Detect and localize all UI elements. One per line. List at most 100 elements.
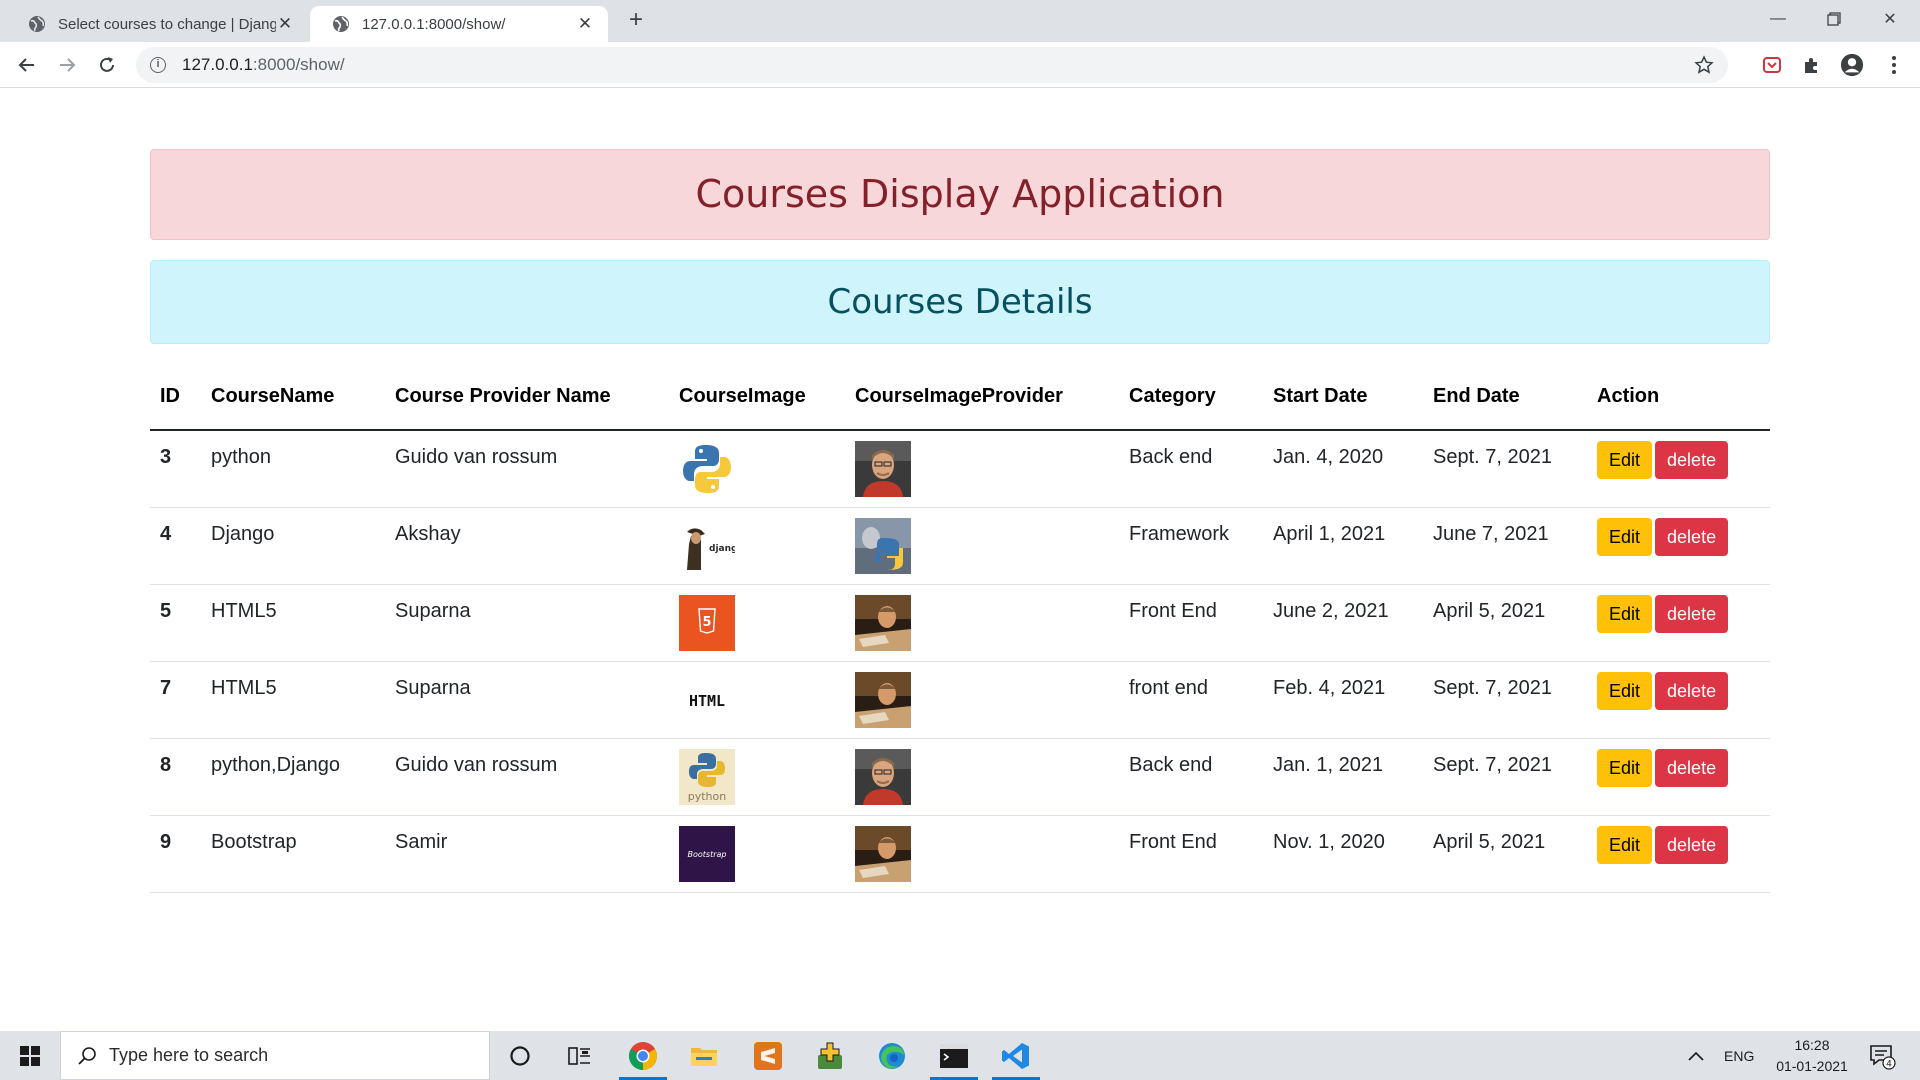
- page-title: Courses Display Application: [150, 149, 1770, 240]
- row-course-name: python: [201, 430, 385, 508]
- globe-icon: [29, 16, 45, 32]
- table-header-row: ID CourseName Course Provider Name Cours…: [150, 364, 1770, 431]
- delete-button[interactable]: delete: [1655, 517, 1729, 556]
- edit-button[interactable]: Edit: [1597, 517, 1653, 556]
- system-clock[interactable]: 16:28 01-01-2021: [1762, 1035, 1862, 1077]
- row-provider-image: [845, 584, 1119, 662]
- python-image-text: python: [688, 790, 727, 803]
- row-end-date: Sept. 7, 2021: [1423, 661, 1587, 739]
- row-provider-name: Suparna: [385, 661, 669, 739]
- tray-chevron-icon[interactable]: [1688, 1031, 1704, 1080]
- table-row: 5 HTML5 Suparna 5 Front End June 2, 2021…: [150, 584, 1770, 662]
- delete-button[interactable]: delete: [1655, 671, 1729, 710]
- minimize-icon[interactable]: —: [1750, 0, 1806, 38]
- taskbar-search-input[interactable]: Type here to search: [60, 1031, 490, 1080]
- row-id: 3: [150, 430, 201, 508]
- globe-icon: [333, 16, 349, 32]
- row-category: Back end: [1119, 738, 1263, 816]
- tab-django-admin[interactable]: Select courses to change | Django site a…: [6, 6, 308, 42]
- person-laptop-image: [855, 825, 911, 882]
- row-course-name: HTML5: [201, 661, 385, 739]
- edge-icon[interactable]: [862, 1031, 922, 1080]
- row-end-date: April 5, 2021: [1423, 584, 1587, 662]
- tab-show[interactable]: 127.0.0.1:8000/show/ ✕: [310, 6, 608, 42]
- reload-button[interactable]: [93, 51, 121, 79]
- person-laptop-image: [855, 671, 911, 728]
- table-row: 7 HTML5 Suparna HTML front end Feb. 4, 2…: [150, 661, 1770, 739]
- delete-button[interactable]: delete: [1655, 594, 1729, 633]
- row-provider-name: Akshay: [385, 507, 669, 585]
- tab-title: Select courses to change | Django site a…: [58, 15, 276, 33]
- table-row: 9 Bootstrap Samir Bootstrap Front End No…: [150, 815, 1770, 893]
- row-end-date: Sept. 7, 2021: [1423, 430, 1587, 508]
- close-icon[interactable]: ✕: [276, 14, 294, 34]
- row-start-date: June 2, 2021: [1263, 584, 1423, 662]
- row-provider-name: Guido van rossum: [385, 430, 669, 508]
- search-placeholder: Type here to search: [109, 1045, 269, 1065]
- close-icon[interactable]: ✕: [576, 14, 594, 34]
- chrome-icon[interactable]: [613, 1031, 673, 1080]
- edit-button[interactable]: Edit: [1597, 748, 1653, 787]
- bootstrap-image-text: Bootstrap: [688, 850, 727, 859]
- row-start-date: Jan. 4, 2020: [1263, 430, 1423, 508]
- bootstrap-image: Bootstrap: [679, 825, 735, 882]
- cortana-icon[interactable]: [490, 1031, 550, 1080]
- tab-strip: Select courses to change | Django site a…: [0, 0, 1920, 42]
- terminal-icon[interactable]: [924, 1031, 984, 1080]
- row-course-image: django: [669, 507, 845, 585]
- menu-dots-icon[interactable]: [1882, 53, 1906, 77]
- table-row: 4 Django Akshay django Framework April 1…: [150, 507, 1770, 585]
- clock-date: 01-01-2021: [1776, 1058, 1848, 1074]
- edit-button[interactable]: Edit: [1597, 671, 1653, 710]
- header-category: Category: [1119, 364, 1263, 431]
- table-row: 3 python Guido van rossum Back end Jan. …: [150, 430, 1770, 508]
- forward-button[interactable]: [53, 51, 81, 79]
- row-id: 4: [150, 507, 201, 585]
- row-category: Back end: [1119, 430, 1263, 508]
- windows-logo-icon: [20, 1045, 40, 1066]
- row-category: Front End: [1119, 815, 1263, 893]
- delete-button[interactable]: delete: [1655, 825, 1729, 864]
- info-icon[interactable]: i: [150, 57, 166, 73]
- html5-logo-image: 5: [679, 594, 735, 651]
- url-path: :8000/show/: [252, 55, 345, 74]
- row-course-name: python,Django: [201, 738, 385, 816]
- row-start-date: Nov. 1, 2020: [1263, 815, 1423, 893]
- task-view-icon[interactable]: [550, 1031, 610, 1080]
- row-course-image: python: [669, 738, 845, 816]
- edit-button[interactable]: Edit: [1597, 441, 1653, 479]
- person-photo-image: [855, 441, 911, 497]
- row-course-image: 5: [669, 584, 845, 662]
- window-close-icon[interactable]: ✕: [1862, 0, 1918, 38]
- restore-icon[interactable]: [1806, 0, 1862, 38]
- app-icon[interactable]: [800, 1031, 860, 1080]
- new-tab-button[interactable]: +: [622, 6, 650, 34]
- back-button[interactable]: [13, 51, 41, 79]
- header-provider-name: Course Provider Name: [385, 364, 669, 431]
- sublime-text-icon[interactable]: [738, 1031, 798, 1080]
- python-text-logo-image: python: [679, 748, 735, 805]
- vscode-icon[interactable]: [986, 1031, 1046, 1080]
- header-id: ID: [150, 364, 201, 431]
- delete-button[interactable]: delete: [1655, 748, 1729, 787]
- row-course-image: Bootstrap: [669, 815, 845, 893]
- language-indicator[interactable]: ENG: [1724, 1031, 1754, 1080]
- file-explorer-icon[interactable]: [674, 1031, 734, 1080]
- delete-button[interactable]: delete: [1655, 441, 1729, 479]
- profile-avatar-icon[interactable]: [1840, 53, 1864, 77]
- edit-button[interactable]: Edit: [1597, 825, 1653, 864]
- browser-toolbar: i 127.0.0.1:8000/show/: [0, 42, 1920, 88]
- extensions-puzzle-icon[interactable]: [1800, 53, 1824, 77]
- header-end-date: End Date: [1423, 364, 1587, 431]
- start-button[interactable]: [0, 1031, 60, 1080]
- address-bar[interactable]: i 127.0.0.1:8000/show/: [136, 47, 1728, 83]
- bookmark-star-icon[interactable]: [1694, 55, 1714, 75]
- edit-button[interactable]: Edit: [1597, 594, 1653, 633]
- row-actions: Edit delete: [1587, 661, 1770, 739]
- forward-arrow-icon: [60, 58, 76, 72]
- row-provider-name: Suparna: [385, 584, 669, 662]
- notification-center-icon[interactable]: 4: [1868, 1031, 1896, 1080]
- django-image: django: [679, 517, 735, 574]
- person-laptop-image: [855, 594, 911, 651]
- extension-pocket-icon[interactable]: [1760, 53, 1784, 77]
